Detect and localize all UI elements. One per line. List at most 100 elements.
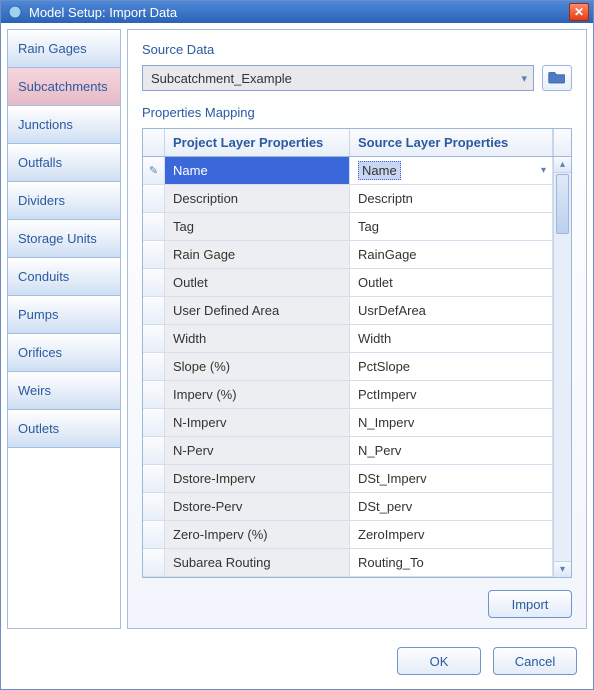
project-property-cell: Name	[165, 157, 350, 184]
source-property-cell[interactable]: DSt_Imperv	[350, 465, 553, 492]
scroll-up-arrow-icon[interactable]: ▴	[554, 157, 571, 173]
row-header-cell	[143, 297, 165, 324]
scroll-thumb[interactable]	[556, 174, 569, 234]
tab-junctions[interactable]: Junctions	[8, 106, 120, 144]
row-header-cell	[143, 241, 165, 268]
chevron-down-icon: ▾	[521, 72, 527, 85]
source-data-row: Subcatchment_Example ▾	[142, 65, 572, 91]
source-property-cell[interactable]: Width	[350, 325, 553, 352]
project-property-cell: Imperv (%)	[165, 381, 350, 408]
grid-header-source[interactable]: Source Layer Properties	[350, 129, 553, 156]
source-property-cell[interactable]: PctImperv	[350, 381, 553, 408]
grid-header-project[interactable]: Project Layer Properties	[165, 129, 350, 156]
row-header-cell	[143, 325, 165, 352]
grid-header-row: Project Layer Properties Source Layer Pr…	[143, 129, 571, 157]
table-row[interactable]: Slope (%)PctSlope	[143, 353, 553, 381]
source-property-cell[interactable]: N_Perv	[350, 437, 553, 464]
source-property-cell[interactable]: Name ▾	[350, 157, 553, 184]
import-button[interactable]: Import	[488, 590, 572, 618]
import-row: Import	[142, 578, 572, 618]
dialog-window: Model Setup: Import Data ✕ Rain GagesSub…	[0, 0, 594, 690]
mapping-grid: Project Layer Properties Source Layer Pr…	[142, 128, 572, 578]
tab-strip: Rain GagesSubcatchmentsJunctionsOutfalls…	[7, 29, 121, 629]
source-property-cell[interactable]: Routing_To	[350, 549, 553, 576]
row-header-cell	[143, 185, 165, 212]
tab-orifices[interactable]: Orifices	[8, 334, 120, 372]
dialog-footer: OK Cancel	[1, 635, 593, 689]
row-header-cell	[143, 381, 165, 408]
grid-header-scroll-spacer	[553, 129, 571, 156]
source-property-cell[interactable]: N_Imperv	[350, 409, 553, 436]
table-row[interactable]: Zero-Imperv (%)ZeroImperv	[143, 521, 553, 549]
tab-dividers[interactable]: Dividers	[8, 182, 120, 220]
source-property-cell[interactable]: Tag	[350, 213, 553, 240]
table-row[interactable]: Rain GageRainGage	[143, 241, 553, 269]
project-property-cell: Zero-Imperv (%)	[165, 521, 350, 548]
source-data-value: Subcatchment_Example	[151, 71, 292, 86]
project-property-cell: User Defined Area	[165, 297, 350, 324]
source-property-cell[interactable]: ZeroImperv	[350, 521, 553, 548]
source-property-editor[interactable]: Name	[358, 161, 401, 180]
source-property-cell[interactable]: UsrDefArea	[350, 297, 553, 324]
vertical-scrollbar[interactable]: ▴ ▾	[553, 157, 571, 577]
source-property-cell[interactable]: DSt_perv	[350, 493, 553, 520]
tab-conduits[interactable]: Conduits	[8, 258, 120, 296]
source-property-cell[interactable]: Descriptn	[350, 185, 553, 212]
table-row[interactable]: User Defined AreaUsrDefArea	[143, 297, 553, 325]
row-header-cell	[143, 465, 165, 492]
close-icon: ✕	[574, 5, 584, 19]
project-property-cell: Description	[165, 185, 350, 212]
folder-icon	[548, 70, 566, 87]
cancel-button[interactable]: Cancel	[493, 647, 577, 675]
window-title: Model Setup: Import Data	[29, 5, 569, 20]
scroll-down-arrow-icon[interactable]: ▾	[554, 561, 571, 577]
table-row[interactable]: Imperv (%)PctImperv	[143, 381, 553, 409]
table-row[interactable]: ✎ Name Name ▾	[143, 157, 553, 185]
table-row[interactable]: OutletOutlet	[143, 269, 553, 297]
row-header-cell	[143, 409, 165, 436]
source-data-label: Source Data	[142, 42, 572, 57]
row-header-cell	[143, 437, 165, 464]
main-panel: Source Data Subcatchment_Example ▾ Prope…	[127, 29, 587, 629]
table-row[interactable]: N-PervN_Perv	[143, 437, 553, 465]
row-header-cell: ✎	[143, 157, 165, 184]
close-button[interactable]: ✕	[569, 3, 589, 21]
table-row[interactable]: DescriptionDescriptn	[143, 185, 553, 213]
tab-subcatchments[interactable]: Subcatchments	[8, 68, 120, 106]
grid-body: ✎ Name Name ▾ DescriptionDescriptnTagTagRain…	[143, 157, 571, 577]
title-bar: Model Setup: Import Data ✕	[1, 1, 593, 23]
source-property-cell[interactable]: PctSlope	[350, 353, 553, 380]
tab-pumps[interactable]: Pumps	[8, 296, 120, 334]
table-row[interactable]: Dstore-PervDSt_perv	[143, 493, 553, 521]
tab-rain-gages[interactable]: Rain Gages	[8, 30, 120, 68]
project-property-cell: Outlet	[165, 269, 350, 296]
table-row[interactable]: N-ImpervN_Imperv	[143, 409, 553, 437]
chevron-down-icon[interactable]: ▾	[541, 165, 546, 176]
tab-weirs[interactable]: Weirs	[8, 372, 120, 410]
row-header-cell	[143, 493, 165, 520]
source-property-cell[interactable]: RainGage	[350, 241, 553, 268]
app-icon	[7, 4, 23, 20]
source-property-cell[interactable]: Outlet	[350, 269, 553, 296]
row-header-cell	[143, 521, 165, 548]
table-row[interactable]: Subarea RoutingRouting_To	[143, 549, 553, 577]
project-property-cell: Slope (%)	[165, 353, 350, 380]
source-data-combo[interactable]: Subcatchment_Example ▾	[142, 65, 534, 91]
row-header-cell	[143, 213, 165, 240]
edit-pencil-icon: ✎	[149, 164, 158, 177]
tab-storage-units[interactable]: Storage Units	[8, 220, 120, 258]
row-header-cell	[143, 549, 165, 576]
project-property-cell: N-Perv	[165, 437, 350, 464]
tab-outfalls[interactable]: Outfalls	[8, 144, 120, 182]
project-property-cell: Width	[165, 325, 350, 352]
table-row[interactable]: Dstore-ImpervDSt_Imperv	[143, 465, 553, 493]
project-property-cell: N-Imperv	[165, 409, 350, 436]
tab-outlets[interactable]: Outlets	[8, 410, 120, 448]
table-row[interactable]: TagTag	[143, 213, 553, 241]
ok-button[interactable]: OK	[397, 647, 481, 675]
row-header-cell	[143, 269, 165, 296]
browse-folder-button[interactable]	[542, 65, 572, 91]
table-row[interactable]: WidthWidth	[143, 325, 553, 353]
project-property-cell: Subarea Routing	[165, 549, 350, 576]
properties-mapping-label: Properties Mapping	[142, 105, 572, 120]
